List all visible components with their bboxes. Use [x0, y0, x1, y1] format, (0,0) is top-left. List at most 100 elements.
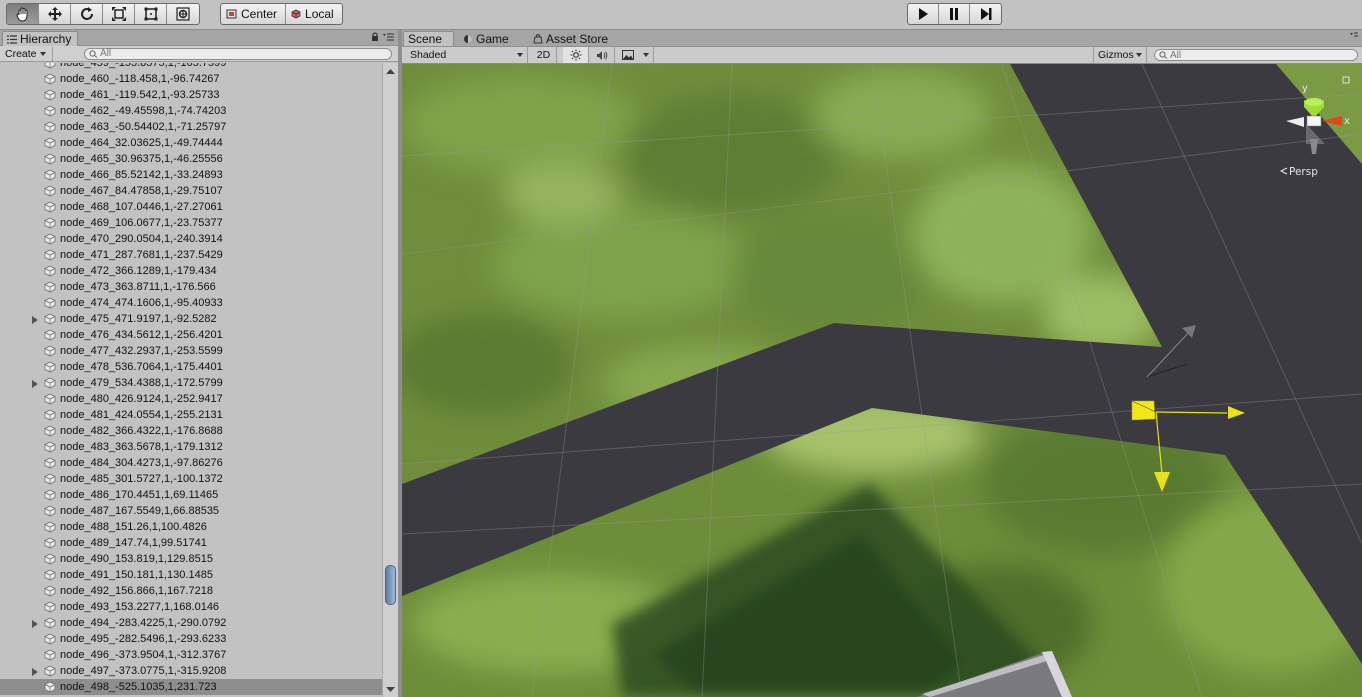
hierarchy-row[interactable]: node_473_363.8711,1,-176.566: [0, 279, 382, 295]
hierarchy-row[interactable]: node_476_434.5612,1,-256.4201: [0, 327, 382, 343]
pivot-mode-label: Center: [241, 7, 278, 21]
hierarchy-row[interactable]: node_479_534.4388,1,-172.5799: [0, 375, 382, 391]
hierarchy-row-label: node_477_432.2937,1,-253.5599: [60, 345, 223, 357]
scene-viewport[interactable]: y x Persp: [402, 64, 1362, 697]
scene-search-input[interactable]: All: [1154, 49, 1358, 61]
gizmos-dropdown[interactable]: Gizmos: [1093, 47, 1147, 63]
hierarchy-row-label: node_475_471.9197,1,-92.5282: [60, 313, 217, 325]
hierarchy-row[interactable]: node_464_32.03625,1,-49.74444: [0, 135, 382, 151]
gameobject-icon: [44, 169, 56, 181]
hierarchy-row[interactable]: node_486_170.4451,1,69.11465: [0, 487, 382, 503]
hierarchy-row[interactable]: node_495_-282.5496,1,-293.6233: [0, 631, 382, 647]
hierarchy-row[interactable]: node_460_-118.458,1,-96.74267: [0, 71, 382, 87]
pivot-space-button[interactable]: Local: [286, 4, 342, 24]
hierarchy-row[interactable]: node_459_-155.8575,1,-105.7599: [0, 63, 382, 71]
hand-tool-button[interactable]: [7, 4, 39, 24]
plane-handle[interactable]: [1131, 400, 1156, 421]
gameobject-icon: [44, 553, 56, 565]
mode-2d-toggle[interactable]: 2D: [531, 47, 557, 63]
step-icon: [980, 8, 991, 20]
transform-tool-button[interactable]: [167, 4, 199, 24]
hierarchy-row[interactable]: node_478_536.7064,1,-175.4401: [0, 359, 382, 375]
tab-asset-store[interactable]: Asset Store: [528, 31, 615, 46]
hierarchy-row[interactable]: node_481_424.0554,1,-255.2131: [0, 407, 382, 423]
hierarchy-row[interactable]: node_488_151.26,1,100.4826: [0, 519, 382, 535]
hierarchy-row[interactable]: node_474_474.1606,1,-95.40933: [0, 295, 382, 311]
scene-audio-toggle[interactable]: [589, 47, 615, 63]
hierarchy-row[interactable]: node_461_-119.542,1,-93.25733: [0, 87, 382, 103]
hierarchy-row[interactable]: node_482_366.4322,1,-176.8688: [0, 423, 382, 439]
gameobject-icon: [44, 121, 56, 133]
hierarchy-row[interactable]: node_470_290.0504,1,-240.3914: [0, 231, 382, 247]
hierarchy-row-label: node_489_147.74,1,99.51741: [60, 537, 207, 549]
pivot-mode-button[interactable]: Center: [221, 4, 287, 24]
scene-effects-dropdown[interactable]: [618, 47, 654, 63]
gameobject-icon: [44, 153, 56, 165]
hierarchy-row[interactable]: node_462_-49.45598,1,-74.74203: [0, 103, 382, 119]
expand-arrow-icon[interactable]: [31, 379, 39, 388]
tab-scene[interactable]: Scene: [403, 31, 454, 46]
scale-tool-button[interactable]: [103, 4, 135, 24]
expand-arrow-icon[interactable]: [31, 619, 39, 628]
expand-arrow-icon[interactable]: [31, 315, 39, 324]
hierarchy-row[interactable]: node_496_-373.9504,1,-312.3767: [0, 647, 382, 663]
panel-menu-icon[interactable]: [1350, 32, 1358, 38]
hierarchy-tabbar: Hierarchy: [0, 30, 398, 46]
scene-panel-tools: [1350, 32, 1358, 38]
panel-menu-icon[interactable]: [383, 33, 394, 41]
tab-game[interactable]: Game: [458, 31, 516, 46]
hierarchy-row[interactable]: node_497_-373.0775,1,-315.9208: [0, 663, 382, 679]
hierarchy-row[interactable]: node_465_30.96375,1,-46.25556: [0, 151, 382, 167]
hierarchy-row[interactable]: node_485_301.5727,1,-100.1372: [0, 471, 382, 487]
hierarchy-row-selected[interactable]: node_498_-525.1035,1,231.723: [0, 679, 382, 695]
hierarchy-row-label: node_470_290.0504,1,-240.3914: [60, 233, 223, 245]
hierarchy-row[interactable]: node_492_156.866,1,167.7218: [0, 583, 382, 599]
pivot-space-label: Local: [305, 7, 334, 21]
move-tool-button[interactable]: [39, 4, 71, 24]
create-dropdown[interactable]: Create: [0, 46, 53, 61]
hierarchy-row[interactable]: node_484_304.4273,1,-97.86276: [0, 455, 382, 471]
hierarchy-row[interactable]: node_490_153.819,1,129.8515: [0, 551, 382, 567]
gizmo-center-cube[interactable]: [1306, 115, 1322, 127]
hierarchy-row[interactable]: node_477_432.2937,1,-253.5599: [0, 343, 382, 359]
hierarchy-row-label: node_478_536.7064,1,-175.4401: [60, 361, 223, 373]
hierarchy-row[interactable]: node_471_287.7681,1,-237.5429: [0, 247, 382, 263]
gameobject-icon: [44, 105, 56, 117]
hierarchy-row[interactable]: node_483_363.5678,1,-179.1312: [0, 439, 382, 455]
gameobject-icon: [44, 313, 56, 325]
scene-lighting-toggle[interactable]: [563, 47, 589, 63]
hierarchy-row[interactable]: node_467_84.47858,1,-29.75107: [0, 183, 382, 199]
gameobject-icon: [44, 569, 56, 581]
hierarchy-row[interactable]: node_487_167.5549,1,66.88535: [0, 503, 382, 519]
hierarchy-row[interactable]: node_494_-283.4225,1,-290.0792: [0, 615, 382, 631]
scrollbar-thumb[interactable]: [385, 565, 396, 605]
gameobject-icon: [44, 345, 56, 357]
pause-button[interactable]: [939, 4, 970, 24]
hierarchy-row[interactable]: node_489_147.74,1,99.51741: [0, 535, 382, 551]
rotate-tool-button[interactable]: [71, 4, 103, 24]
hierarchy-row[interactable]: node_493_153.2277,1,168.0146: [0, 599, 382, 615]
play-button[interactable]: [908, 4, 939, 24]
lock-icon[interactable]: [371, 32, 379, 42]
hierarchy-row[interactable]: node_480_426.9124,1,-252.9417: [0, 391, 382, 407]
hierarchy-row[interactable]: node_491_150.181,1,130.1485: [0, 567, 382, 583]
tab-hierarchy[interactable]: Hierarchy: [2, 31, 79, 46]
hierarchy-row[interactable]: node_475_471.9197,1,-92.5282: [0, 311, 382, 327]
scroll-up-icon[interactable]: [386, 67, 395, 76]
scroll-down-icon[interactable]: [386, 685, 395, 694]
step-button[interactable]: [970, 4, 1001, 24]
hierarchy-row[interactable]: node_466_85.52142,1,-33.24893: [0, 167, 382, 183]
hierarchy-row[interactable]: node_463_-50.54402,1,-71.25797: [0, 119, 382, 135]
hierarchy-row[interactable]: node_468_107.0446,1,-27.27061: [0, 199, 382, 215]
hierarchy-row[interactable]: node_472_366.1289,1,-179.434: [0, 263, 382, 279]
expand-arrow-icon[interactable]: [31, 667, 39, 676]
hierarchy-search-input[interactable]: All: [84, 47, 392, 60]
scene-render[interactable]: y x Persp: [402, 64, 1362, 697]
hierarchy-row[interactable]: node_469_106.0677,1,-23.75377: [0, 215, 382, 231]
rect-tool-button[interactable]: [135, 4, 167, 24]
hierarchy-panel-tools: [371, 32, 394, 42]
shading-mode-dropdown[interactable]: Shaded: [402, 47, 528, 63]
hierarchy-scrollbar[interactable]: [382, 63, 398, 697]
gameobject-icon: [44, 649, 56, 661]
search-icon: [89, 49, 98, 58]
